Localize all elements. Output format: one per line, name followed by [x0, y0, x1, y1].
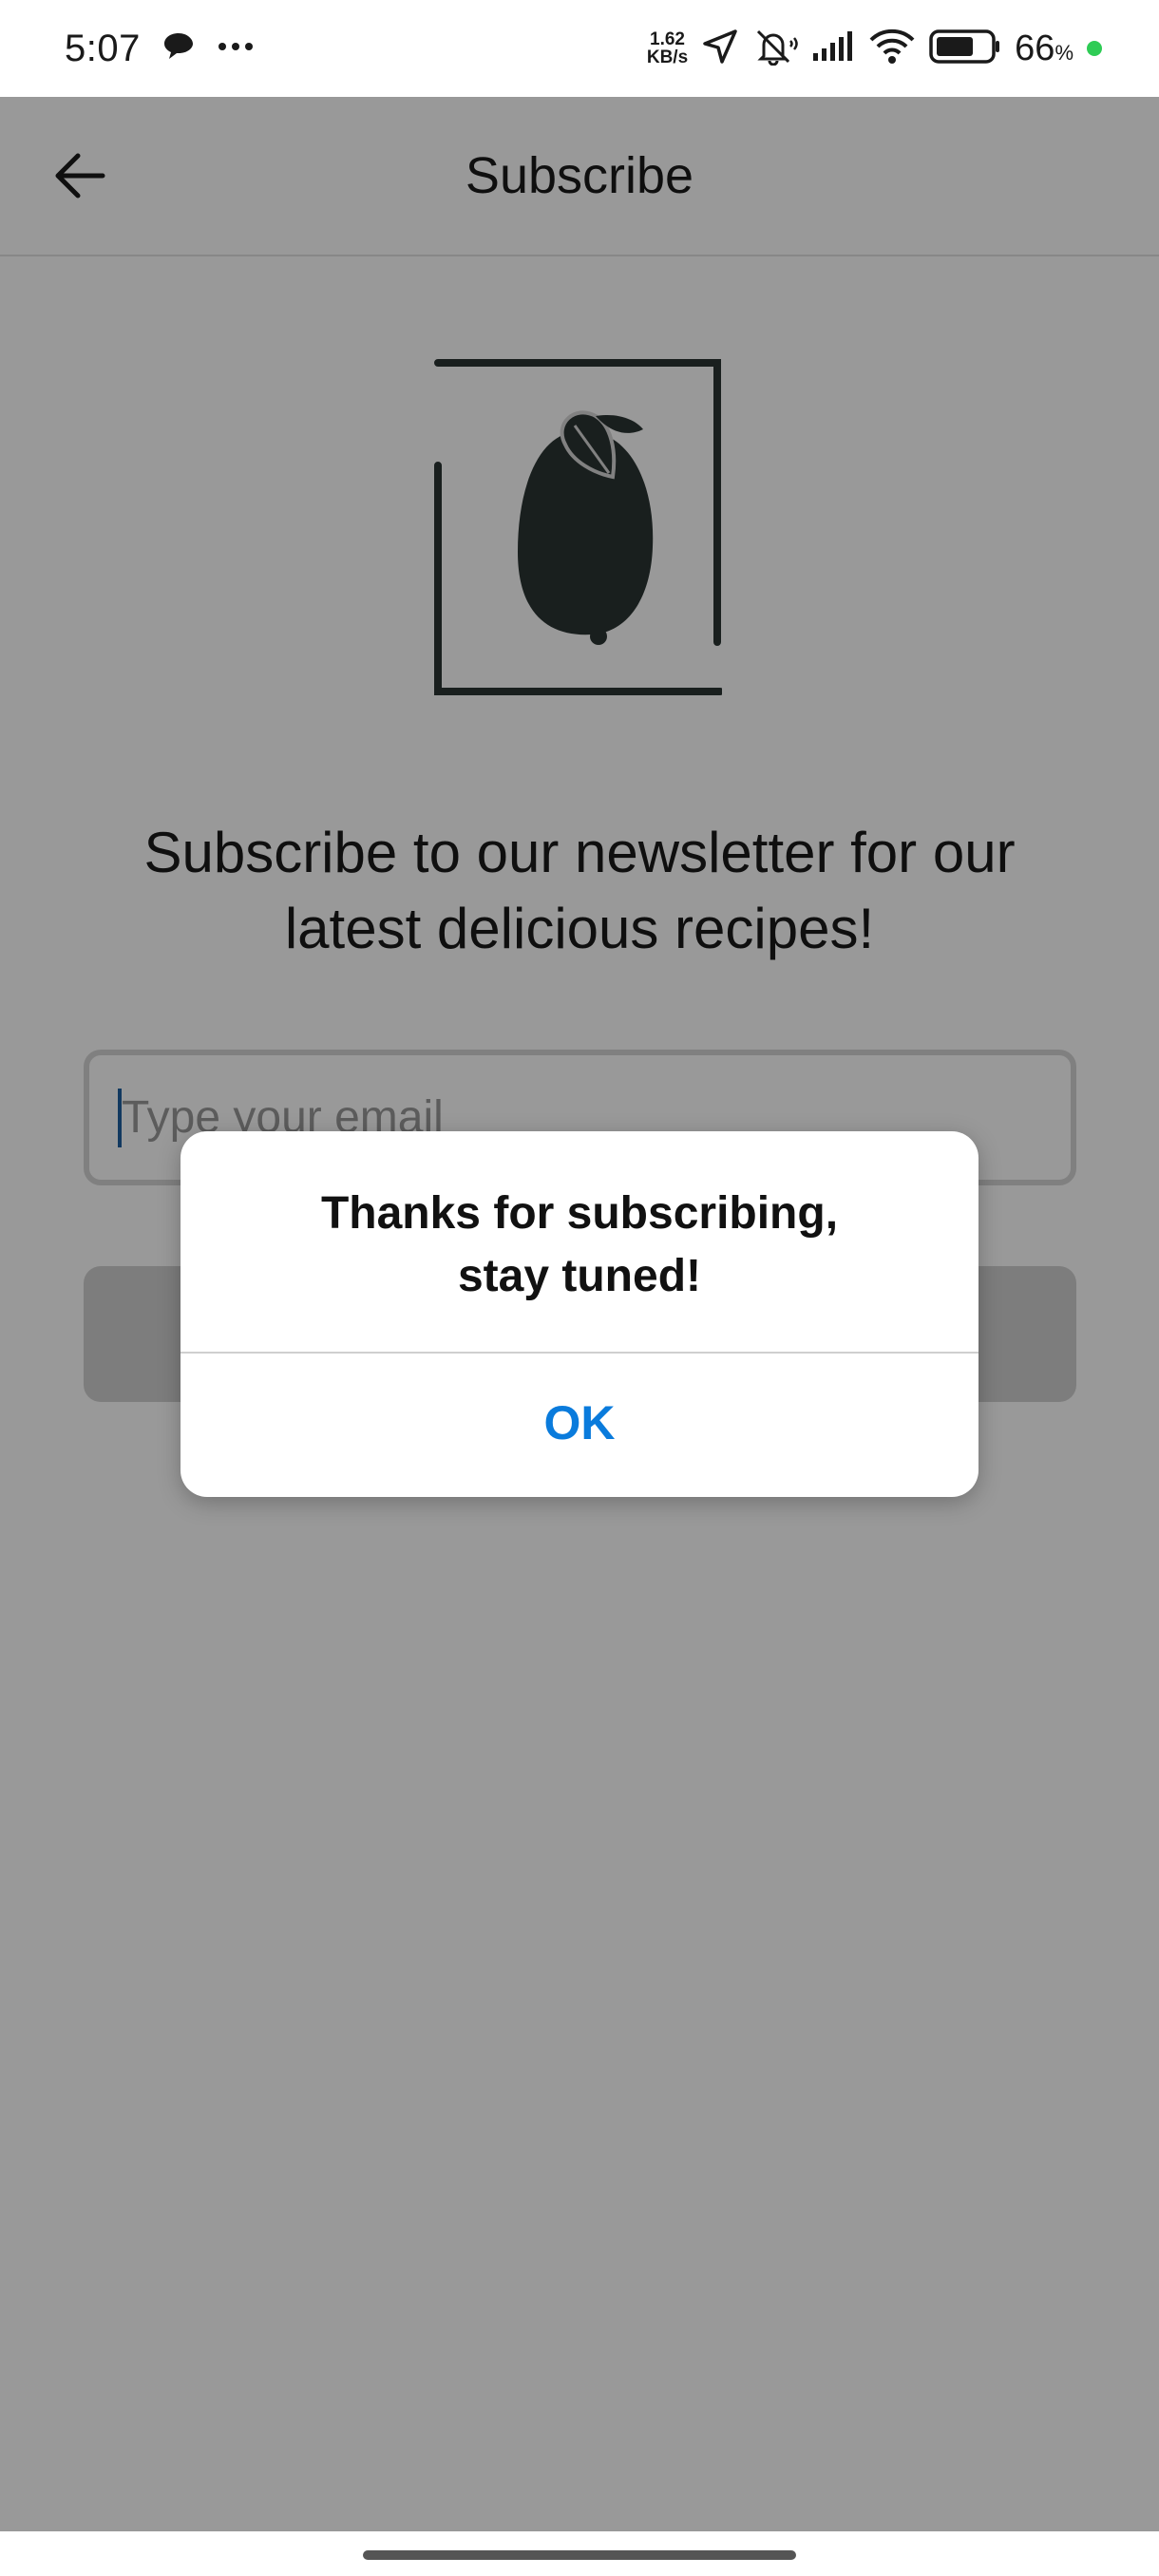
net-speed-unit: KB/s	[646, 47, 689, 67]
wifi-icon	[868, 28, 916, 69]
status-left: 5:07	[65, 28, 255, 70]
status-time: 5:07	[65, 27, 141, 69]
location-arrow-icon	[701, 28, 739, 70]
status-bar: 5:07 1.62 KB/s 66%	[0, 0, 1159, 97]
status-right: 1.62 KB/s 66%	[647, 28, 1102, 70]
chat-bubble-icon	[162, 30, 196, 67]
battery-percent-sign: %	[1054, 40, 1074, 65]
battery-percent: 66%	[1015, 28, 1074, 69]
signal-icon	[811, 30, 855, 67]
more-dots-icon	[217, 40, 255, 57]
alert-dialog: Thanks for subscribing, stay tuned! OK	[180, 1131, 978, 1497]
bell-muted-icon	[752, 28, 798, 70]
charging-dot	[1087, 41, 1102, 56]
net-speed: 1.62 KB/s	[647, 30, 688, 66]
battery-percent-value: 66	[1015, 28, 1055, 68]
dialog-message: Thanks for subscribing, stay tuned!	[320, 1188, 839, 1301]
home-indicator[interactable]	[363, 2550, 796, 2560]
screen: 5:07 1.62 KB/s 66% Subscribe Subscribe t…	[0, 0, 1159, 2576]
net-speed-value: 1.62	[650, 29, 685, 49]
ok-button[interactable]: OK	[180, 1354, 978, 1497]
battery-icon	[929, 28, 1001, 69]
